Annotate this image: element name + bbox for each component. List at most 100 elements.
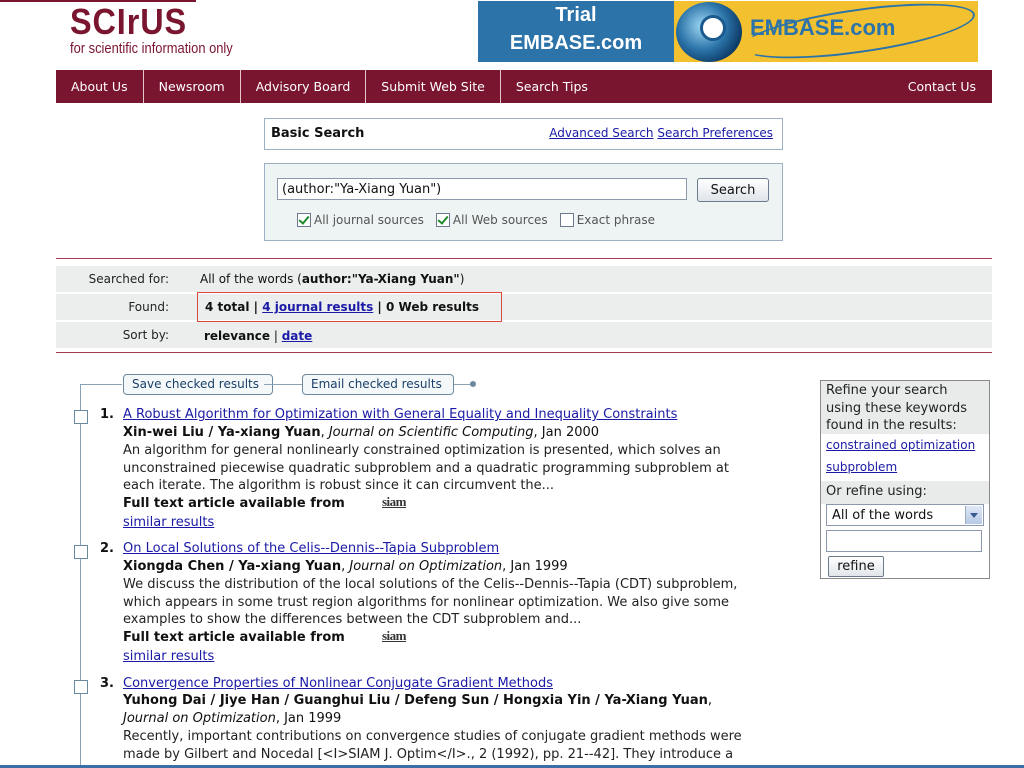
sort-label: Sort by: — [122, 328, 169, 342]
refine-keyword-link[interactable]: constrained optimization — [826, 438, 975, 452]
searched-for-value: All of the words (author:"Ya-Xiang Yuan"… — [200, 272, 464, 286]
result-authors: Xin-wei Liu / Ya-xiang Yuan, Journal on … — [123, 425, 600, 440]
exact-phrase-label: Exact phrase — [576, 213, 655, 227]
option-journal-sources[interactable]: All journal sources — [297, 213, 424, 227]
refine-button[interactable]: refine — [828, 556, 884, 577]
search-button[interactable]: Search — [697, 178, 769, 202]
searched-prefix: All of the words ( — [200, 272, 302, 286]
searched-suffix: ) — [459, 272, 465, 286]
result-authors: Yuhong Dai / Jiye Han / Guanghui Liu / D… — [123, 693, 713, 708]
search-links: Advanced Search Search Preferences — [549, 126, 773, 140]
email-checked-results-button[interactable]: Email checked results — [302, 374, 454, 395]
sort-sep: | — [270, 329, 282, 343]
similar-results-link[interactable]: similar results — [123, 515, 214, 530]
result-title-link[interactable]: On Local Solutions of the Celis--Dennis-… — [123, 541, 499, 556]
searched-for-label: Searched for: — [88, 272, 169, 286]
fulltext-label: Full text article available from — [123, 496, 345, 511]
abstract-line: We discuss the distribution of the local… — [123, 577, 738, 592]
searched-query: author:"Ya-Xiang Yuan" — [301, 272, 460, 286]
banner-brand-text: EMBASE.com — [750, 15, 896, 40]
abstract-line: Recently, important contributions on con… — [123, 729, 742, 744]
option-exact-phrase[interactable]: Exact phrase — [559, 213, 655, 227]
abstract-line: which appears in some trust region algor… — [123, 594, 729, 610]
abstract-line: each iterate. The algorithm is robust si… — [123, 478, 555, 493]
searched-for-row: Searched for: All of the words (author:"… — [56, 266, 992, 292]
logo-wordmark: SCIrUS — [70, 1, 188, 42]
result-checkbox[interactable] — [74, 680, 88, 694]
siam-logo-icon[interactable]: siam — [382, 629, 407, 642]
result-author-names: Xin-wei Liu / Ya-xiang Yuan — [123, 425, 321, 440]
web-sources-label: All Web sources — [452, 213, 548, 227]
abstract-line: examples to show the differences between… — [123, 612, 582, 627]
result-date: , Jan 2000 — [533, 425, 600, 440]
result-number: 1. — [100, 407, 114, 422]
main-nav: About Us Newsroom Advisory Board Submit … — [56, 70, 992, 103]
search-preferences-link[interactable]: Search Preferences — [657, 126, 773, 140]
abstract-line: unconstrained piecewise quadratic subpro… — [123, 460, 729, 476]
result-title-link[interactable]: Convergence Properties of Nonlinear Conj… — [123, 676, 553, 691]
result-abstract: An algorithm for general nonlinearly con… — [123, 442, 813, 495]
scirus-logo[interactable]: SCIrUS for scientific information only — [70, 4, 270, 60]
sort-date-link[interactable]: date — [282, 329, 313, 343]
nav-contact-us[interactable]: Contact Us — [893, 70, 992, 103]
actions-connector — [264, 384, 302, 385]
option-web-sources[interactable]: All Web sources — [435, 213, 548, 227]
result-author-names: Xiongda Chen / Ya-xiang Yuan — [123, 559, 342, 574]
result-abstract: We discuss the distribution of the local… — [123, 576, 823, 629]
journal-sources-checkbox[interactable] — [297, 213, 311, 227]
basic-search-title: Basic Search — [271, 126, 365, 141]
abstract-line: An algorithm for general nonlinearly con… — [123, 443, 721, 458]
nav-advisory-board[interactable]: Advisory Board — [241, 70, 367, 103]
fulltext-label: Full text article available from — [123, 630, 345, 645]
logo-tagline: for scientific information only — [70, 40, 233, 57]
nav-submit-web-site[interactable]: Submit Web Site — [366, 70, 501, 103]
refine-keyword-link[interactable]: subproblem — [826, 460, 897, 474]
basic-search-header: Basic Search Advanced Search Search Pref… — [264, 118, 783, 150]
result-date: , Jan 1999 — [502, 559, 568, 574]
refine-or-header: Or refine using: — [821, 481, 989, 504]
sort-relevance: relevance — [204, 329, 271, 343]
result-number: 2. — [100, 541, 114, 556]
nav-search-tips[interactable]: Search Tips — [501, 70, 603, 103]
nav-about-us[interactable]: About Us — [56, 70, 144, 103]
result-journal: Journal on Optimization — [349, 559, 503, 574]
result-title-link[interactable]: A Robust Algorithm for Optimization with… — [123, 407, 677, 422]
exact-phrase-checkbox[interactable] — [559, 213, 574, 227]
result-abstract: Recently, important contributions on con… — [123, 728, 813, 763]
result-journal: Journal on Scientific Computing — [328, 425, 534, 440]
banner-trial-text: Trial — [555, 4, 597, 26]
journal-sources-label: All journal sources — [314, 213, 424, 227]
refine-or-label: Or refine using: — [826, 484, 927, 499]
search-panel: Search All journal sources All Web sourc… — [264, 163, 783, 241]
summary-bottom-divider — [56, 352, 992, 353]
result-checkbox[interactable] — [74, 545, 88, 559]
similar-results-link[interactable]: similar results — [123, 649, 214, 664]
refine-mode-select[interactable]: All of the words — [826, 504, 984, 526]
embase-banner-ad[interactable]: Trial EMBASE.com EMBASE.com — [478, 1, 978, 62]
refine-select-value: All of the words — [832, 508, 934, 523]
refine-panel: Refine your search using these keywords … — [820, 380, 990, 579]
results-tree-line — [80, 384, 81, 768]
banner-embase-text: EMBASE.com — [509, 32, 643, 54]
chevron-down-icon[interactable] — [965, 506, 982, 524]
result-authors: Xiongda Chen / Ya-xiang Yuan, Journal on… — [123, 559, 568, 574]
result-checkbox[interactable] — [74, 410, 88, 424]
advanced-search-link[interactable]: Advanced Search — [549, 126, 653, 140]
web-sources-checkbox[interactable] — [435, 213, 450, 227]
actions-end-dot — [470, 381, 476, 387]
result-journal: Journal on Optimization — [123, 711, 276, 726]
search-options: All journal sources All Web sources Exac… — [297, 213, 655, 227]
abstract-line: made by Gilbert and Nocedal [<I>SIAM J. … — [123, 746, 734, 762]
search-input[interactable] — [277, 178, 687, 200]
siam-logo-icon[interactable]: siam — [382, 495, 407, 508]
summary-top-divider — [56, 258, 992, 259]
save-checked-results-button[interactable]: Save checked results — [123, 374, 273, 395]
nav-newsroom[interactable]: Newsroom — [144, 70, 241, 103]
results-tree-branch — [80, 384, 122, 385]
found-highlight-box — [197, 292, 502, 322]
sort-row: Sort by: relevance | date — [56, 322, 992, 348]
refine-text-input[interactable] — [826, 530, 982, 552]
result-number: 3. — [100, 676, 114, 691]
result-journal-line: Journal on Optimization, Jan 1999 — [123, 711, 341, 726]
